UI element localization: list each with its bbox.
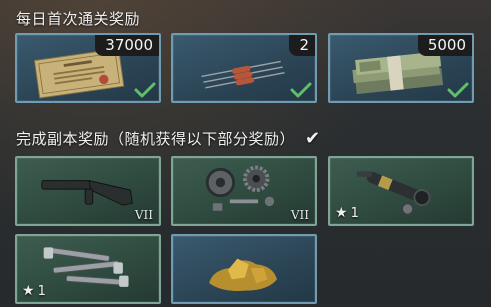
claimed-check-icon (290, 82, 312, 98)
reward-card-gear-parts[interactable]: VII (171, 156, 317, 226)
reward-card-cash[interactable]: 5000 (328, 33, 474, 103)
reward-card-gold-nugget[interactable] (171, 234, 317, 304)
reward-count: 2 (289, 35, 315, 56)
dungeon-reward-title: 完成副本奖励（随机获得以下部分奖励） ✔ (16, 128, 321, 149)
reward-card-scope-parts[interactable]: ★ 1 (328, 156, 474, 226)
reward-card-resistors[interactable]: 2 (171, 33, 317, 103)
reward-card-rifle-stock[interactable]: VII (15, 156, 161, 226)
reward-count: 5000 (417, 35, 472, 56)
check-icon: ✔ (305, 128, 321, 149)
item-stars: ★ 1 (335, 205, 359, 221)
reward-card-certificate[interactable]: 37000 (15, 33, 161, 103)
item-stars: ★ 1 (22, 283, 46, 299)
star-count-value: 1 (350, 205, 359, 221)
star-icon: ★ (335, 205, 348, 221)
daily-reward-title: 每日首次通关奖励 (16, 10, 141, 28)
item-tier: VII (290, 208, 309, 222)
claimed-check-icon (447, 82, 469, 98)
dungeon-reward-title-text: 完成副本奖励（随机获得以下部分奖励） (16, 130, 296, 148)
item-tier: VII (134, 208, 153, 222)
star-icon: ★ (22, 283, 35, 299)
reward-count: 37000 (95, 35, 159, 56)
gold-nugget-icon (209, 258, 277, 291)
reward-card-bolt-set[interactable]: ★ 1 (15, 234, 161, 304)
star-count-value: 1 (37, 283, 46, 299)
claimed-check-icon (134, 82, 156, 98)
